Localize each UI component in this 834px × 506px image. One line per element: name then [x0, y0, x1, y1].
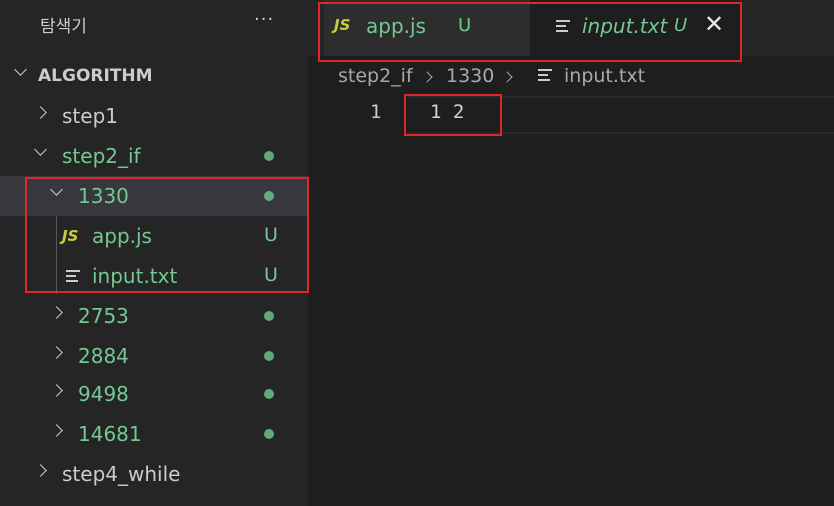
chevron-right-icon [34, 464, 47, 477]
folder-label: step1 [62, 104, 118, 128]
folder-2884[interactable]: 2884 [0, 336, 308, 376]
folder-label: step4_while [62, 462, 181, 486]
untracked-badge: U [458, 15, 472, 36]
text-file-icon [556, 20, 570, 32]
folder-label: 9498 [78, 382, 129, 406]
untracked-badge: U [264, 264, 278, 286]
tab-label: app.js [366, 14, 426, 38]
text-file-icon [538, 69, 552, 81]
file-label: input.txt [92, 264, 178, 288]
modified-dot-icon [264, 151, 274, 161]
breadcrumb-item[interactable]: input.txt [564, 65, 645, 87]
folder-step2-if[interactable]: step2_if [0, 136, 308, 176]
explorer-header: 탐색기 ··· [0, 0, 308, 48]
chevron-right-icon [34, 106, 47, 119]
javascript-file-icon: JS [334, 16, 351, 34]
folder-2753[interactable]: 2753 [0, 296, 308, 336]
explorer-sidebar: 탐색기 ··· ALGORITHM step1 step2_if 1330 JS… [0, 0, 308, 506]
untracked-badge: U [264, 224, 278, 246]
modified-dot-icon [264, 191, 274, 201]
folder-root-algorithm[interactable]: ALGORITHM [0, 56, 308, 96]
editor-tab-bar: JS app.js U input.txt U ✕ [308, 0, 834, 56]
folder-step4-while[interactable]: step4_while [0, 454, 308, 494]
chevron-right-icon [50, 384, 63, 397]
untracked-badge: U [674, 15, 688, 36]
javascript-file-icon: JS [62, 227, 79, 245]
breadcrumb-item[interactable]: step2_if [338, 65, 413, 87]
folder-label: 14681 [78, 422, 142, 446]
modified-dot-icon [264, 311, 274, 321]
more-actions-icon[interactable]: ··· [254, 9, 274, 30]
folder-label: 2884 [78, 344, 129, 368]
code-line[interactable]: 1 2 [430, 101, 464, 123]
folder-step1[interactable]: step1 [0, 96, 308, 136]
chevron-down-icon [50, 183, 63, 196]
chevron-right-icon [501, 71, 513, 83]
tab-app-js[interactable]: JS app.js U [324, 0, 530, 56]
folder-label: 1330 [78, 184, 129, 208]
tab-label: input.txt [582, 14, 668, 38]
folder-label: 2753 [78, 304, 129, 328]
close-icon[interactable]: ✕ [704, 10, 724, 38]
modified-dot-icon [264, 429, 274, 439]
file-label: app.js [92, 224, 152, 248]
folder-14681[interactable]: 14681 [0, 414, 308, 454]
explorer-title: 탐색기 [40, 17, 87, 37]
root-folder-label: ALGORITHM [38, 66, 153, 86]
modified-dot-icon [264, 351, 274, 361]
chevron-down-icon [34, 143, 47, 156]
chevron-right-icon [50, 306, 63, 319]
chevron-right-icon [50, 424, 63, 437]
breadcrumb-item[interactable]: 1330 [446, 65, 494, 87]
folder-9498[interactable]: 9498 [0, 374, 308, 414]
modified-dot-icon [264, 389, 274, 399]
chevron-right-icon [50, 346, 63, 359]
current-line-highlight [408, 96, 834, 134]
line-number: 1 [370, 101, 382, 123]
editor-area[interactable]: 1 1 2 [308, 96, 834, 506]
file-app-js[interactable]: JS app.js U [0, 216, 308, 256]
chevron-down-icon [14, 63, 27, 76]
file-input-txt[interactable]: input.txt U [0, 256, 308, 296]
text-file-icon [66, 270, 80, 282]
folder-1330[interactable]: 1330 [0, 176, 308, 216]
breadcrumb: step2_if 1330 input.txt [308, 56, 834, 96]
folder-label: step2_if [62, 144, 141, 168]
tab-input-txt[interactable]: input.txt U ✕ [530, 0, 742, 56]
chevron-right-icon [421, 71, 433, 83]
